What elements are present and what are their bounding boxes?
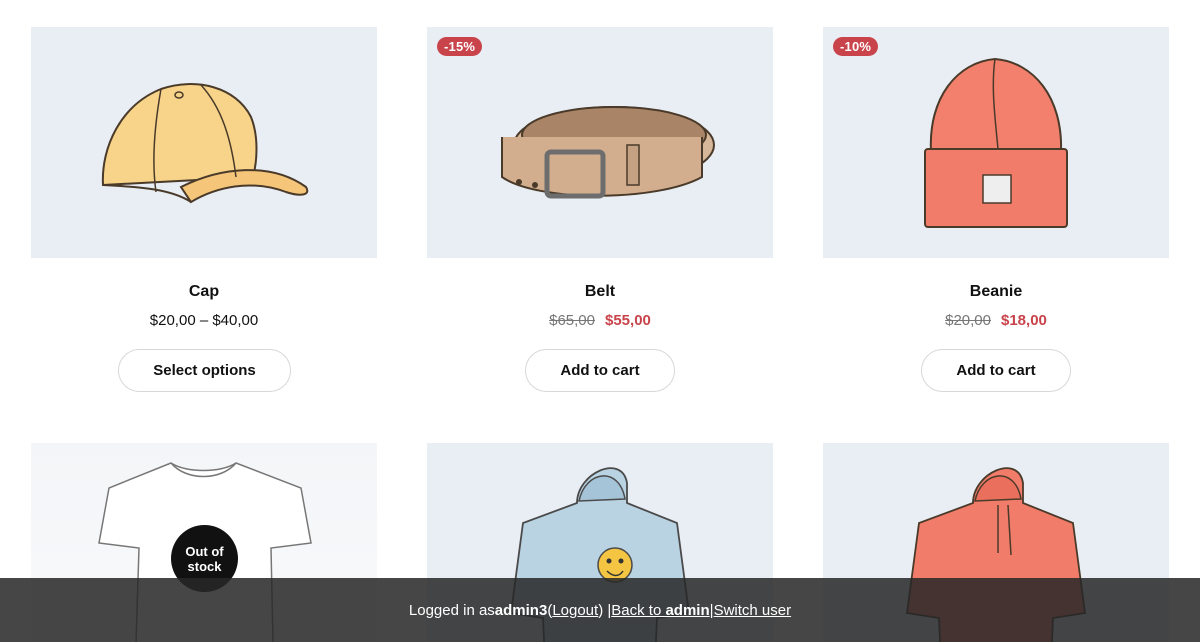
regular-price: $65,00 [549, 312, 595, 329]
product-image-cap[interactable] [31, 27, 377, 258]
regular-price: $20,00 [945, 312, 991, 329]
sale-price: $55,00 [605, 312, 651, 329]
product-title[interactable]: Beanie [823, 283, 1169, 301]
logout-link[interactable]: Logout [552, 602, 598, 619]
add-to-cart-button[interactable]: Add to cart [921, 349, 1071, 392]
product-image-beanie[interactable]: -10% [823, 27, 1169, 258]
back-to-user: admin [665, 601, 710, 619]
belt-illustration [501, 106, 715, 199]
product-title[interactable]: Cap [31, 283, 377, 301]
beanie-illustration [924, 57, 1068, 228]
sale-price: $18,00 [1001, 312, 1047, 329]
product-card-beanie: -10% Beanie $20,00 $18,00 Add to cart [823, 27, 1169, 397]
separator: ) | [598, 601, 612, 619]
product-title[interactable]: Belt [427, 283, 773, 301]
product-image-belt[interactable]: -15% [427, 27, 773, 258]
cap-illustration [101, 83, 309, 204]
product-card-cap: Cap $20,00 – $40,00 Select options [31, 27, 377, 397]
user-switching-bar: Logged in as admin3 (Logout) | Back to a… [0, 578, 1200, 642]
switch-user-link[interactable]: Switch user [714, 602, 792, 619]
select-options-button[interactable]: Select options [118, 349, 291, 392]
product-card-belt: -15% Belt $65,00 $55,00 Add to cart [427, 27, 773, 397]
product-price: $20,00 $18,00 [823, 312, 1169, 329]
back-to-admin-link[interactable]: Back to admin [611, 602, 709, 619]
back-to-label: Back to [611, 601, 666, 619]
sale-badge: -10% [833, 37, 879, 56]
add-to-cart-button[interactable]: Add to cart [525, 349, 675, 392]
product-price: $65,00 $55,00 [427, 312, 773, 329]
product-price: $20,00 – $40,00 [149, 312, 259, 329]
logged-in-prefix: Logged in as [408, 601, 495, 619]
product-grid: Cap $20,00 – $40,00 Select options -15% … [0, 0, 1200, 642]
sale-badge: -15% [437, 37, 483, 56]
current-user: admin3 [494, 601, 548, 619]
